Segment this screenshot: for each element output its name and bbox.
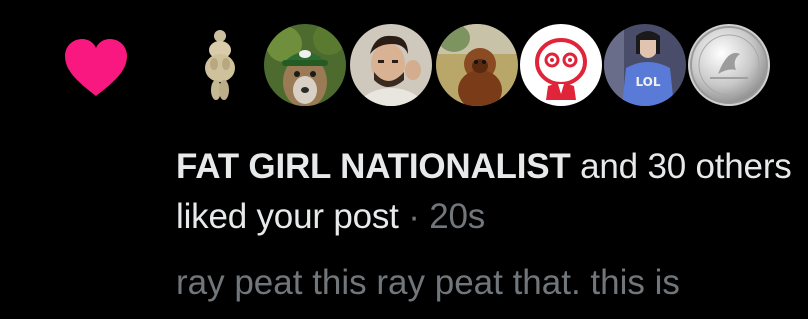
man-portrait-avatar[interactable] [350,24,432,106]
venus-figurine-avatar[interactable] [190,24,272,106]
heart-icon [65,39,127,96]
deer-in-cap-avatar[interactable] [264,24,346,106]
actor-name-link[interactable]: FAT GIRL NATIONALIST [176,147,571,186]
post-preview[interactable]: ray peat this ray peat that. this is [176,258,808,308]
bigfoot-avatar[interactable] [436,24,518,106]
timestamp[interactable]: 20s [429,197,485,236]
silver-coin-avatar[interactable] [688,24,770,106]
svg-text:LOL: LOL [635,75,660,89]
separator-dot: · [398,197,430,236]
cartoon-face-avatar[interactable] [520,24,602,106]
lol-shirt-avatar[interactable]: LOL [604,24,686,106]
notification-headline: FAT GIRL NATIONALIST and 30 others liked… [176,142,808,242]
like-notification[interactable]: LOL FAT GIRL NATIONALIST and 30 others l… [0,0,808,319]
